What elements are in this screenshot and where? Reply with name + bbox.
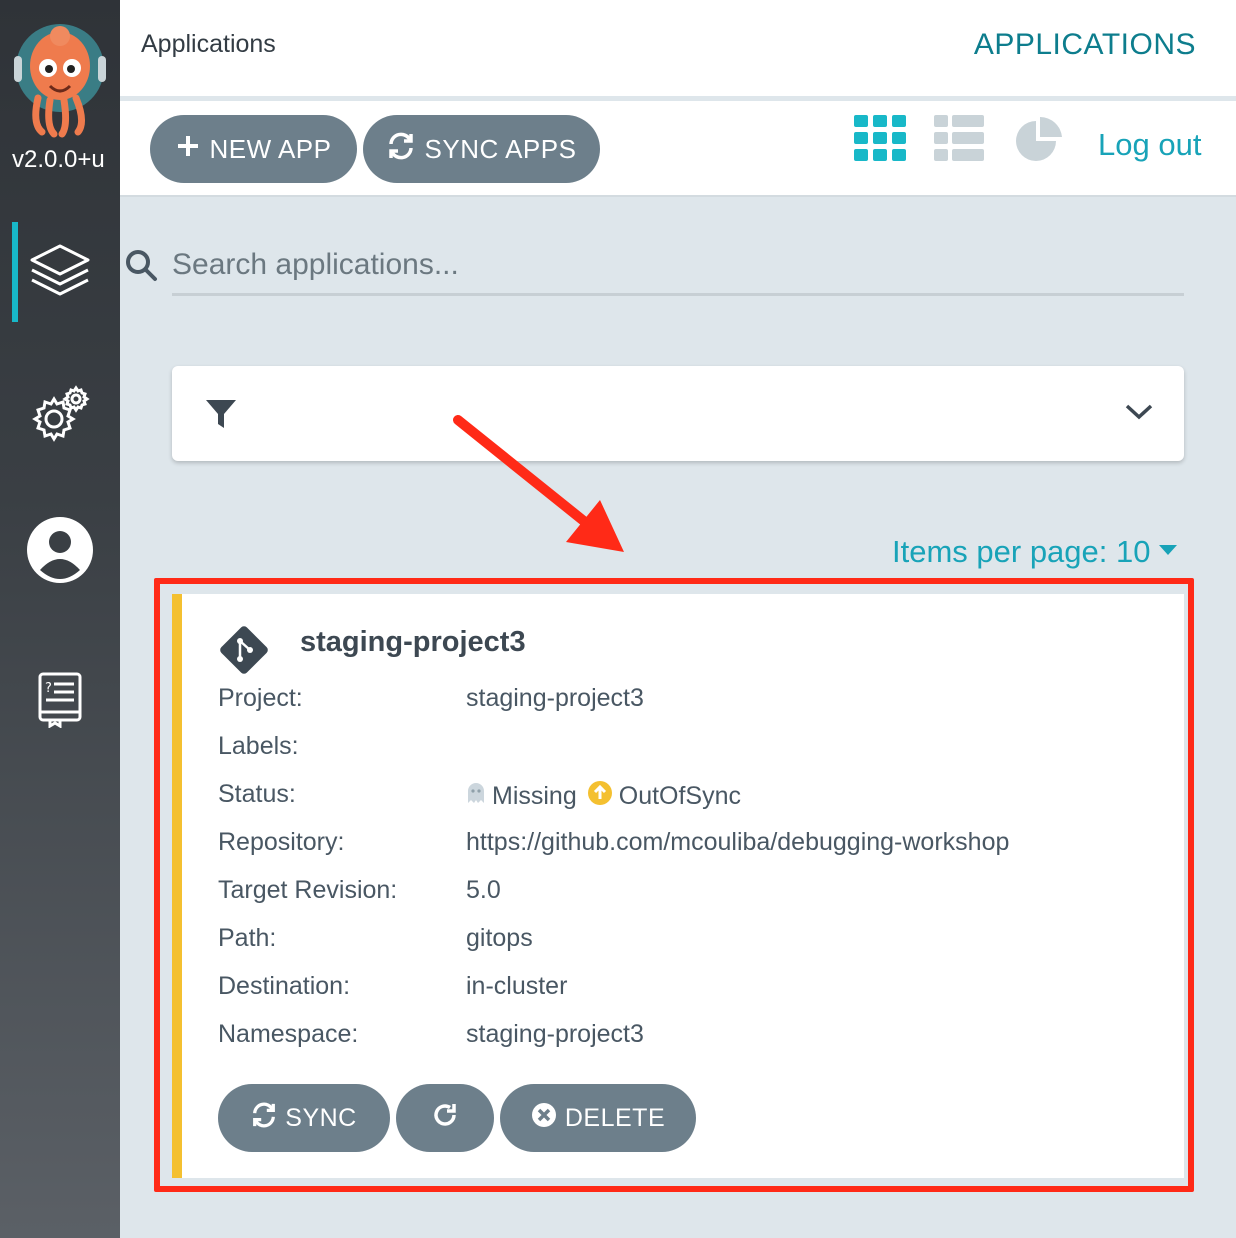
annotation-arrow xyxy=(440,402,640,567)
tiles-view-icon[interactable] xyxy=(854,115,906,165)
revision-label: Target Revision: xyxy=(218,876,398,904)
sidebar-item-user-info[interactable] xyxy=(0,500,120,600)
svg-text:?: ? xyxy=(45,681,52,696)
book-icon: ? xyxy=(38,672,82,728)
sync-icon xyxy=(251,1102,277,1135)
list-view-icon[interactable] xyxy=(934,115,986,165)
refresh-button[interactable] xyxy=(396,1084,494,1152)
delete-button[interactable]: DELETE xyxy=(500,1084,696,1152)
path-label: Path: xyxy=(218,924,277,952)
status-label: Status: xyxy=(218,780,296,808)
out-of-sync-icon xyxy=(587,780,613,813)
labels-label: Labels: xyxy=(218,732,299,760)
health-status: Missing xyxy=(492,782,577,810)
namespace-value: staging-project3 xyxy=(466,1020,644,1048)
sync-status: OutOfSync xyxy=(618,782,742,810)
project-label: Project: xyxy=(218,684,303,712)
ghost-icon xyxy=(466,781,486,812)
filter-panel[interactable] xyxy=(172,366,1184,461)
delete-label: DELETE xyxy=(564,1103,666,1132)
sidebar-item-settings[interactable] xyxy=(0,364,120,464)
sync-button[interactable]: SYNC xyxy=(218,1084,390,1152)
project-value: staging-project3 xyxy=(466,684,644,712)
refresh-icon xyxy=(431,1101,459,1136)
revision-row: Target Revision: 5.0 xyxy=(218,876,1178,906)
destination-label: Destination: xyxy=(218,972,351,1000)
project-row: Project: staging-project3 xyxy=(218,684,1178,714)
labels-row: Labels: xyxy=(218,732,1178,762)
toolbar: NEW APP SYNC APPS Log out xyxy=(120,101,1236,197)
page-title: APPLICATIONS xyxy=(973,28,1196,61)
revision-value: 5.0 xyxy=(466,876,501,904)
sync-icon xyxy=(387,132,415,167)
repository-row: Repository: https://github.com/mcouliba/… xyxy=(218,828,1178,858)
top-header: Applications APPLICATIONS xyxy=(120,0,1236,96)
new-app-button[interactable]: NEW APP xyxy=(150,115,357,183)
app-title[interactable]: staging-project3 xyxy=(300,626,526,659)
sidebar: v2.0.0+u ? xyxy=(0,0,120,1238)
logout-link[interactable]: Log out xyxy=(1098,127,1201,163)
plus-icon xyxy=(176,134,200,165)
status-value: Missing OutOfSync xyxy=(466,780,741,813)
items-per-page-label: Items per page: 10 xyxy=(892,534,1151,569)
path-value: gitops xyxy=(466,924,533,952)
summary-pie-icon[interactable] xyxy=(1014,115,1066,165)
sync-apps-label: SYNC APPS xyxy=(424,133,577,164)
sidebar-item-applications[interactable] xyxy=(0,222,120,322)
new-app-label: NEW APP xyxy=(209,133,332,164)
namespace-label: Namespace: xyxy=(218,1020,359,1048)
sync-apps-button[interactable]: SYNC APPS xyxy=(363,115,600,183)
namespace-row: Namespace: staging-project3 xyxy=(218,1020,1178,1050)
application-tile[interactable]: staging-project3 Project: staging-projec… xyxy=(172,594,1184,1178)
breadcrumb[interactable]: Applications xyxy=(141,30,276,59)
repository-value[interactable]: https://github.com/mcouliba/debugging-wo… xyxy=(466,828,1009,857)
destination-row: Destination: in-cluster xyxy=(218,972,1178,1002)
version-label: v2.0.0+u xyxy=(12,146,105,173)
chevron-down-icon[interactable] xyxy=(1124,402,1154,427)
caret-down-icon xyxy=(1158,544,1177,555)
repository-label: Repository: xyxy=(218,828,345,856)
path-row: Path: gitops xyxy=(218,924,1178,954)
filter-icon xyxy=(204,396,238,435)
git-icon xyxy=(218,624,270,681)
search-input[interactable] xyxy=(172,236,1184,296)
destination-value: in-cluster xyxy=(466,972,568,1000)
items-per-page-dropdown[interactable]: Items per page: 10 xyxy=(892,534,1177,570)
argo-logo[interactable] xyxy=(12,6,110,138)
layers-icon xyxy=(28,242,92,302)
gears-icon xyxy=(30,385,90,443)
search-icon xyxy=(124,248,158,287)
status-row: Status: Missing OutOfSync xyxy=(218,780,1178,810)
sidebar-item-documentation[interactable]: ? xyxy=(0,650,120,750)
times-circle-icon xyxy=(531,1102,557,1135)
sync-label: SYNC xyxy=(285,1103,357,1132)
user-circle-icon xyxy=(26,516,94,584)
